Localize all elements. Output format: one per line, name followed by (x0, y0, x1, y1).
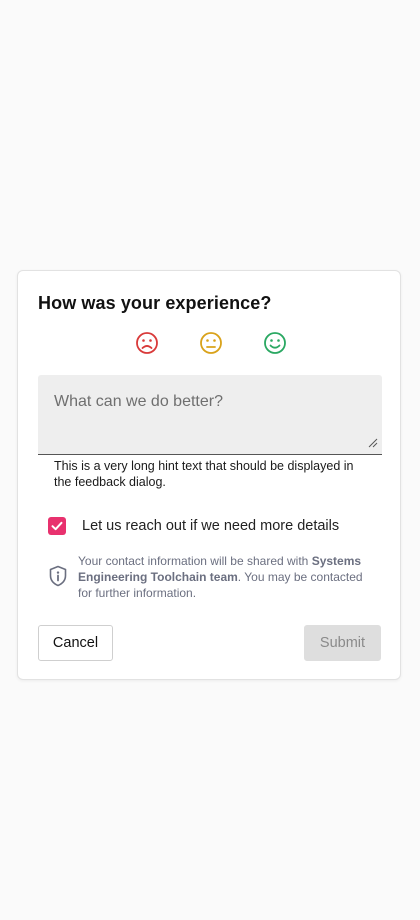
sad-face-icon[interactable] (134, 330, 160, 356)
feedback-dialog: How was your experience? What can we do … (17, 270, 401, 680)
resize-handle-icon[interactable] (368, 438, 378, 448)
contact-checkbox-label[interactable]: Let us reach out if we need more details (82, 518, 339, 534)
cancel-button[interactable]: Cancel (38, 625, 113, 661)
rating-group (134, 330, 296, 356)
checkmark-icon (51, 521, 63, 531)
contact-checkbox[interactable] (48, 517, 66, 535)
page: How was your experience? What can we do … (0, 0, 420, 920)
contact-info-text: Your contact information will be shared … (78, 553, 368, 601)
dialog-title: How was your experience? (38, 293, 272, 313)
feedback-textarea[interactable] (38, 375, 382, 454)
feedback-hint: This is a very long hint text that shoul… (54, 459, 354, 489)
happy-face-icon[interactable] (262, 330, 288, 356)
info-text-prefix: Your contact information will be shared … (78, 554, 312, 568)
shield-info-icon (49, 565, 67, 587)
feedback-textarea-container (38, 375, 382, 455)
neutral-face-icon[interactable] (198, 330, 224, 356)
submit-button[interactable]: Submit (304, 625, 381, 661)
contact-checkbox-row: Let us reach out if we need more details (48, 515, 339, 537)
